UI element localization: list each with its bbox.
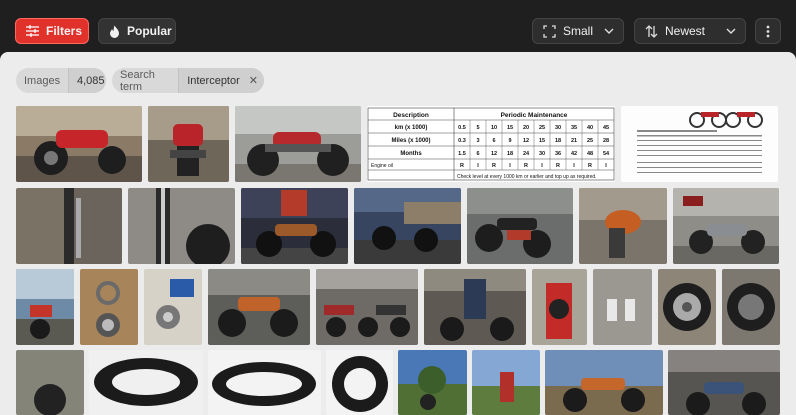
table-cell: 18	[555, 138, 561, 144]
table-cell: 30	[539, 151, 545, 157]
table-cell: 25	[587, 138, 593, 144]
table-cell: 3	[476, 138, 479, 144]
image-thumbnail[interactable]	[658, 269, 716, 345]
popular-label: Popular	[127, 24, 172, 38]
table-cell: 15	[539, 138, 545, 144]
image-thumbnail[interactable]	[241, 188, 348, 264]
table-cell: 48	[587, 151, 593, 157]
image-thumbnail[interactable]	[16, 350, 84, 415]
table-cell: 45	[603, 125, 609, 131]
image-thumbnail[interactable]	[673, 188, 779, 264]
image-thumbnail[interactable]	[467, 188, 573, 264]
image-thumbnail[interactable]	[89, 350, 203, 415]
close-icon[interactable]: ✕	[244, 74, 258, 87]
table-cell: 24	[523, 151, 530, 157]
table-cell: 28	[603, 138, 609, 144]
image-thumbnail[interactable]	[722, 269, 780, 345]
search-term-label: Search term	[120, 68, 155, 93]
image-thumbnail[interactable]	[545, 350, 663, 415]
table-cell: 0.3	[458, 138, 466, 144]
image-thumbnail[interactable]	[532, 269, 587, 345]
image-thumbnail[interactable]	[398, 350, 467, 415]
row-miles-label: Miles (x 1000)	[391, 138, 430, 144]
image-thumbnail[interactable]	[16, 269, 74, 345]
sliders-icon	[26, 25, 39, 37]
table-cell: R	[588, 163, 592, 169]
thumbnail-size-select[interactable]: Small	[532, 18, 624, 44]
popular-button[interactable]: Popular	[98, 18, 176, 44]
table-cell: 20	[523, 125, 529, 131]
table-cell: R	[492, 163, 496, 169]
col-periodic-maintenance: Periodic Maintenance	[501, 112, 568, 119]
image-thumbnail[interactable]	[16, 106, 142, 182]
chevron-down-icon	[726, 28, 736, 34]
table-cell: 1.5	[458, 151, 466, 157]
table-cell: R	[460, 163, 464, 169]
image-thumbnail[interactable]	[424, 269, 526, 345]
table-cell: 36	[555, 151, 561, 157]
table-cell: R	[556, 163, 560, 169]
image-thumbnail[interactable]	[208, 350, 321, 415]
table-cell: R	[524, 163, 528, 169]
flame-icon	[110, 25, 119, 38]
image-thumbnail[interactable]	[16, 188, 122, 264]
image-thumbnail[interactable]	[316, 269, 418, 345]
table-cell: 12	[491, 151, 497, 157]
filters-button[interactable]: Filters	[15, 18, 89, 44]
image-thumbnail[interactable]	[208, 269, 310, 345]
table-cell: 12	[523, 138, 529, 144]
image-thumbnail[interactable]	[472, 350, 540, 415]
row-months-label: Months	[400, 151, 422, 157]
table-cell: 18	[507, 151, 513, 157]
more-options-button[interactable]	[755, 18, 781, 44]
table-cell: 10	[491, 125, 497, 131]
table-cell: 40	[587, 125, 593, 131]
table-cell: 35	[571, 125, 577, 131]
sort-label: Newest	[665, 24, 706, 38]
image-thumbnail[interactable]	[668, 350, 780, 415]
more-vertical-icon	[766, 25, 770, 37]
images-label: Images	[24, 74, 61, 87]
images-count-chip: Images 4,085	[16, 68, 106, 93]
image-thumbnail[interactable]	[144, 269, 202, 345]
image-thumbnail[interactable]	[148, 106, 229, 182]
table-cell: 0.5	[458, 125, 466, 131]
table-cell: 15	[507, 125, 513, 131]
search-term-chip[interactable]: Search term Interceptor ✕	[112, 68, 264, 93]
table-cell: 25	[539, 125, 545, 131]
table-cell: 42	[571, 151, 577, 157]
table-cell: 6	[492, 138, 495, 144]
images-count: 4,085	[68, 68, 106, 93]
sort-icon	[645, 24, 658, 38]
sort-select[interactable]: Newest	[634, 18, 746, 44]
image-thumbnail[interactable]	[593, 269, 652, 345]
col-description: Description	[393, 112, 429, 119]
maintenance-table-image[interactable]: Description Periodic Maintenance km (x 1…	[367, 106, 615, 182]
filters-label: Filters	[46, 24, 83, 38]
image-thumbnail[interactable]	[326, 350, 393, 415]
engine-oil-note: Check level at every 1000 km or earlier …	[457, 174, 597, 180]
search-term-value: Interceptor	[187, 74, 240, 87]
table-cell: 9	[508, 138, 511, 144]
image-thumbnail[interactable]	[621, 106, 778, 182]
image-thumbnail[interactable]	[235, 106, 361, 182]
row-engine-oil-label: Engine oil	[371, 163, 393, 169]
table-cell: 6	[476, 151, 479, 157]
results-panel: Images 4,085 Search term Interceptor ✕ D…	[0, 52, 796, 415]
image-thumbnail[interactable]	[354, 188, 461, 264]
image-thumbnail[interactable]	[128, 188, 235, 264]
size-label: Small	[563, 24, 594, 38]
image-thumbnail[interactable]	[80, 269, 138, 345]
table-cell: 54	[603, 151, 610, 157]
chevron-down-icon	[604, 28, 614, 34]
image-thumbnail[interactable]	[579, 188, 667, 264]
table-cell: 21	[571, 138, 577, 144]
table-cell: 5	[476, 125, 479, 131]
expand-icon	[543, 24, 556, 38]
table-cell: 30	[555, 125, 561, 131]
row-km-label: km (x 1000)	[395, 125, 428, 131]
